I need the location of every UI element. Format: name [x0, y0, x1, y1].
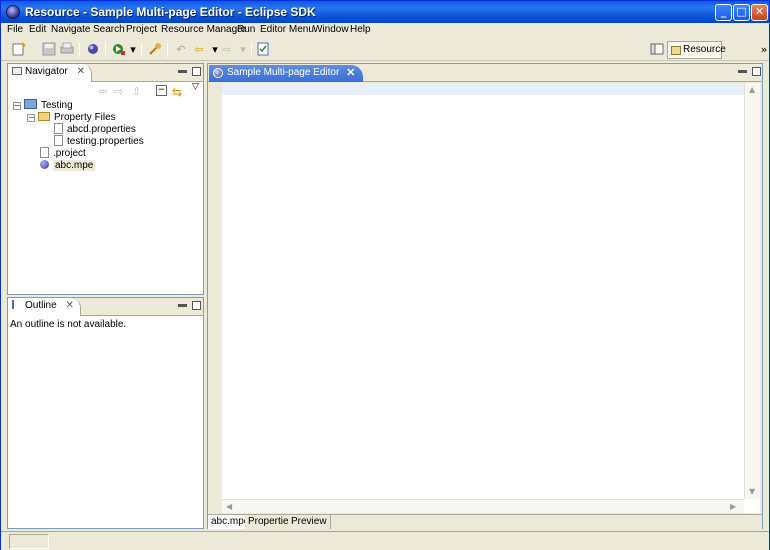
outline-tab-label: Outline [25, 300, 57, 311]
scroll-left-icon[interactable]: ◀ [226, 502, 232, 511]
menu-edit[interactable]: Edit [29, 24, 46, 35]
tab-navigator[interactable]: Navigator ✕ [8, 64, 92, 82]
current-line-highlight [222, 83, 744, 95]
close-button[interactable]: ✕ [751, 4, 768, 21]
nav-up-icon[interactable]: ⇧ [132, 85, 141, 98]
menu-window[interactable]: Window [313, 24, 349, 35]
outline-close-icon[interactable]: ✕ [65, 300, 73, 311]
mpe-file-icon [40, 160, 49, 169]
eclipse-app-icon [6, 5, 20, 19]
menu-help[interactable]: Help [350, 24, 371, 35]
outline-icon [12, 300, 22, 309]
tree-item-mpe-selected[interactable]: abc.mpe [40, 159, 96, 172]
perspective-label: Resource [683, 44, 726, 55]
menu-editor-menu[interactable]: Editor Menu [260, 24, 314, 35]
navigator-icon [12, 67, 22, 75]
title-bar[interactable]: Resource - Sample Multi-page Editor - Ec… [1, 1, 769, 23]
menu-search[interactable]: Search [93, 24, 125, 35]
project-icon [24, 99, 37, 109]
editor-close-icon[interactable]: ✕ [346, 66, 355, 79]
status-bar [1, 531, 769, 550]
run-dropdown-chevron-down-icon[interactable]: ▾ [125, 42, 141, 58]
vertical-scrollbar[interactable]: ▲ ▼ [744, 83, 760, 499]
task-icon[interactable] [255, 42, 271, 58]
editor-area: Sample Multi-page Editor ✕ ▲ ▼ ◀ ▶ abc.m… [207, 63, 763, 529]
navigator-close-icon[interactable]: ✕ [77, 66, 85, 77]
editor-page-tabs: abc.mpe Properties Preview [208, 514, 762, 529]
outline-minimize-button[interactable] [178, 304, 187, 307]
external-tools-icon[interactable] [147, 42, 163, 58]
tab-outline[interactable]: Outline ✕ [8, 298, 81, 316]
tab-sample-multi-page-editor[interactable]: Sample Multi-page Editor ✕ [209, 65, 364, 82]
forward-icon[interactable]: ⇨ [219, 42, 235, 58]
back-icon[interactable]: ⇦ [191, 42, 207, 58]
toolbar-separator [141, 43, 142, 57]
minimize-button[interactable]: _ [715, 4, 732, 21]
resource-perspective-icon [671, 46, 681, 55]
scroll-down-icon[interactable]: ▼ [749, 487, 755, 496]
menu-file[interactable]: File [7, 24, 23, 35]
print-icon[interactable] [59, 42, 75, 58]
navigator-tab-label: Navigator [25, 66, 68, 77]
link-with-editor-icon[interactable]: ⇆ [172, 85, 182, 99]
window-title: Resource - Sample Multi-page Editor - Ec… [25, 5, 316, 19]
navigator-view: Navigator ✕ ⇦ ⇨ ⇧ − ⇆ ▽ − Testing − Prop… [7, 63, 204, 295]
editor-mpe-icon [213, 68, 223, 78]
menu-run[interactable]: Run [237, 24, 255, 35]
open-perspective-icon[interactable] [649, 42, 665, 58]
tree-collapse-toggle[interactable]: − [27, 114, 35, 122]
editor-header: Sample Multi-page Editor ✕ [208, 64, 762, 82]
menu-project[interactable]: Project [126, 24, 157, 35]
perspective-resource-button[interactable]: Resource [667, 41, 726, 59]
editor-text-area[interactable]: ▲ ▼ ◀ ▶ [222, 83, 760, 513]
maximize-button[interactable]: □ [733, 4, 750, 21]
view-menu-chevron-down-icon[interactable]: ▽ [192, 82, 199, 92]
new-icon[interactable] [11, 42, 27, 58]
navigator-header: Navigator ✕ [8, 64, 203, 82]
properties-file-icon [54, 135, 63, 146]
menu-resource-manager[interactable]: Resource Manager [161, 24, 246, 35]
eclipse-window: Resource - Sample Multi-page Editor - Ec… [0, 0, 770, 550]
debug-icon[interactable] [85, 42, 101, 58]
editor-minimize-button[interactable] [738, 70, 747, 73]
forward-dropdown-chevron-down-icon[interactable]: ▾ [235, 42, 251, 58]
collapse-all-icon[interactable]: − [156, 85, 167, 96]
outline-message: An outline is not available. [10, 319, 127, 330]
save-icon[interactable] [41, 42, 57, 58]
toolbar-overflow-icon[interactable]: » [756, 42, 770, 58]
outline-view: Outline ✕ An outline is not available. [7, 297, 204, 529]
page-tab-preview[interactable]: Preview [288, 515, 331, 529]
toolbar-separator [105, 43, 106, 57]
properties-file-icon [54, 123, 63, 134]
menu-bar: File Edit Navigate Search Project Resour… [1, 23, 769, 39]
navigator-minimize-button[interactable] [178, 70, 187, 73]
folder-icon [38, 112, 50, 121]
nav-back-icon[interactable]: ⇦ [98, 85, 107, 98]
navigator-maximize-button[interactable] [192, 67, 201, 76]
menu-navigate[interactable]: Navigate [51, 24, 90, 35]
status-field [9, 534, 49, 549]
horizontal-scrollbar[interactable]: ◀ ▶ [222, 499, 744, 513]
file-icon [40, 147, 49, 158]
scroll-right-icon[interactable]: ▶ [730, 502, 736, 511]
toolbar-separator [79, 43, 80, 57]
outline-maximize-button[interactable] [192, 301, 201, 310]
editor-maximize-button[interactable] [752, 67, 761, 76]
toolbar-separator [251, 43, 252, 57]
main-toolbar: ▾ ↶ ⇦ ▾ ⇨ ▾ » [1, 39, 769, 61]
outline-header: Outline ✕ [8, 298, 203, 316]
editor-tab-label: Sample Multi-page Editor [227, 67, 340, 78]
tree-collapse-toggle[interactable]: − [13, 102, 21, 110]
scroll-up-icon[interactable]: ▲ [749, 85, 755, 94]
nav-forward-icon[interactable]: ⇨ [114, 85, 123, 98]
toolbar-separator [167, 43, 168, 57]
previous-edit-icon[interactable]: ↶ [173, 42, 189, 58]
